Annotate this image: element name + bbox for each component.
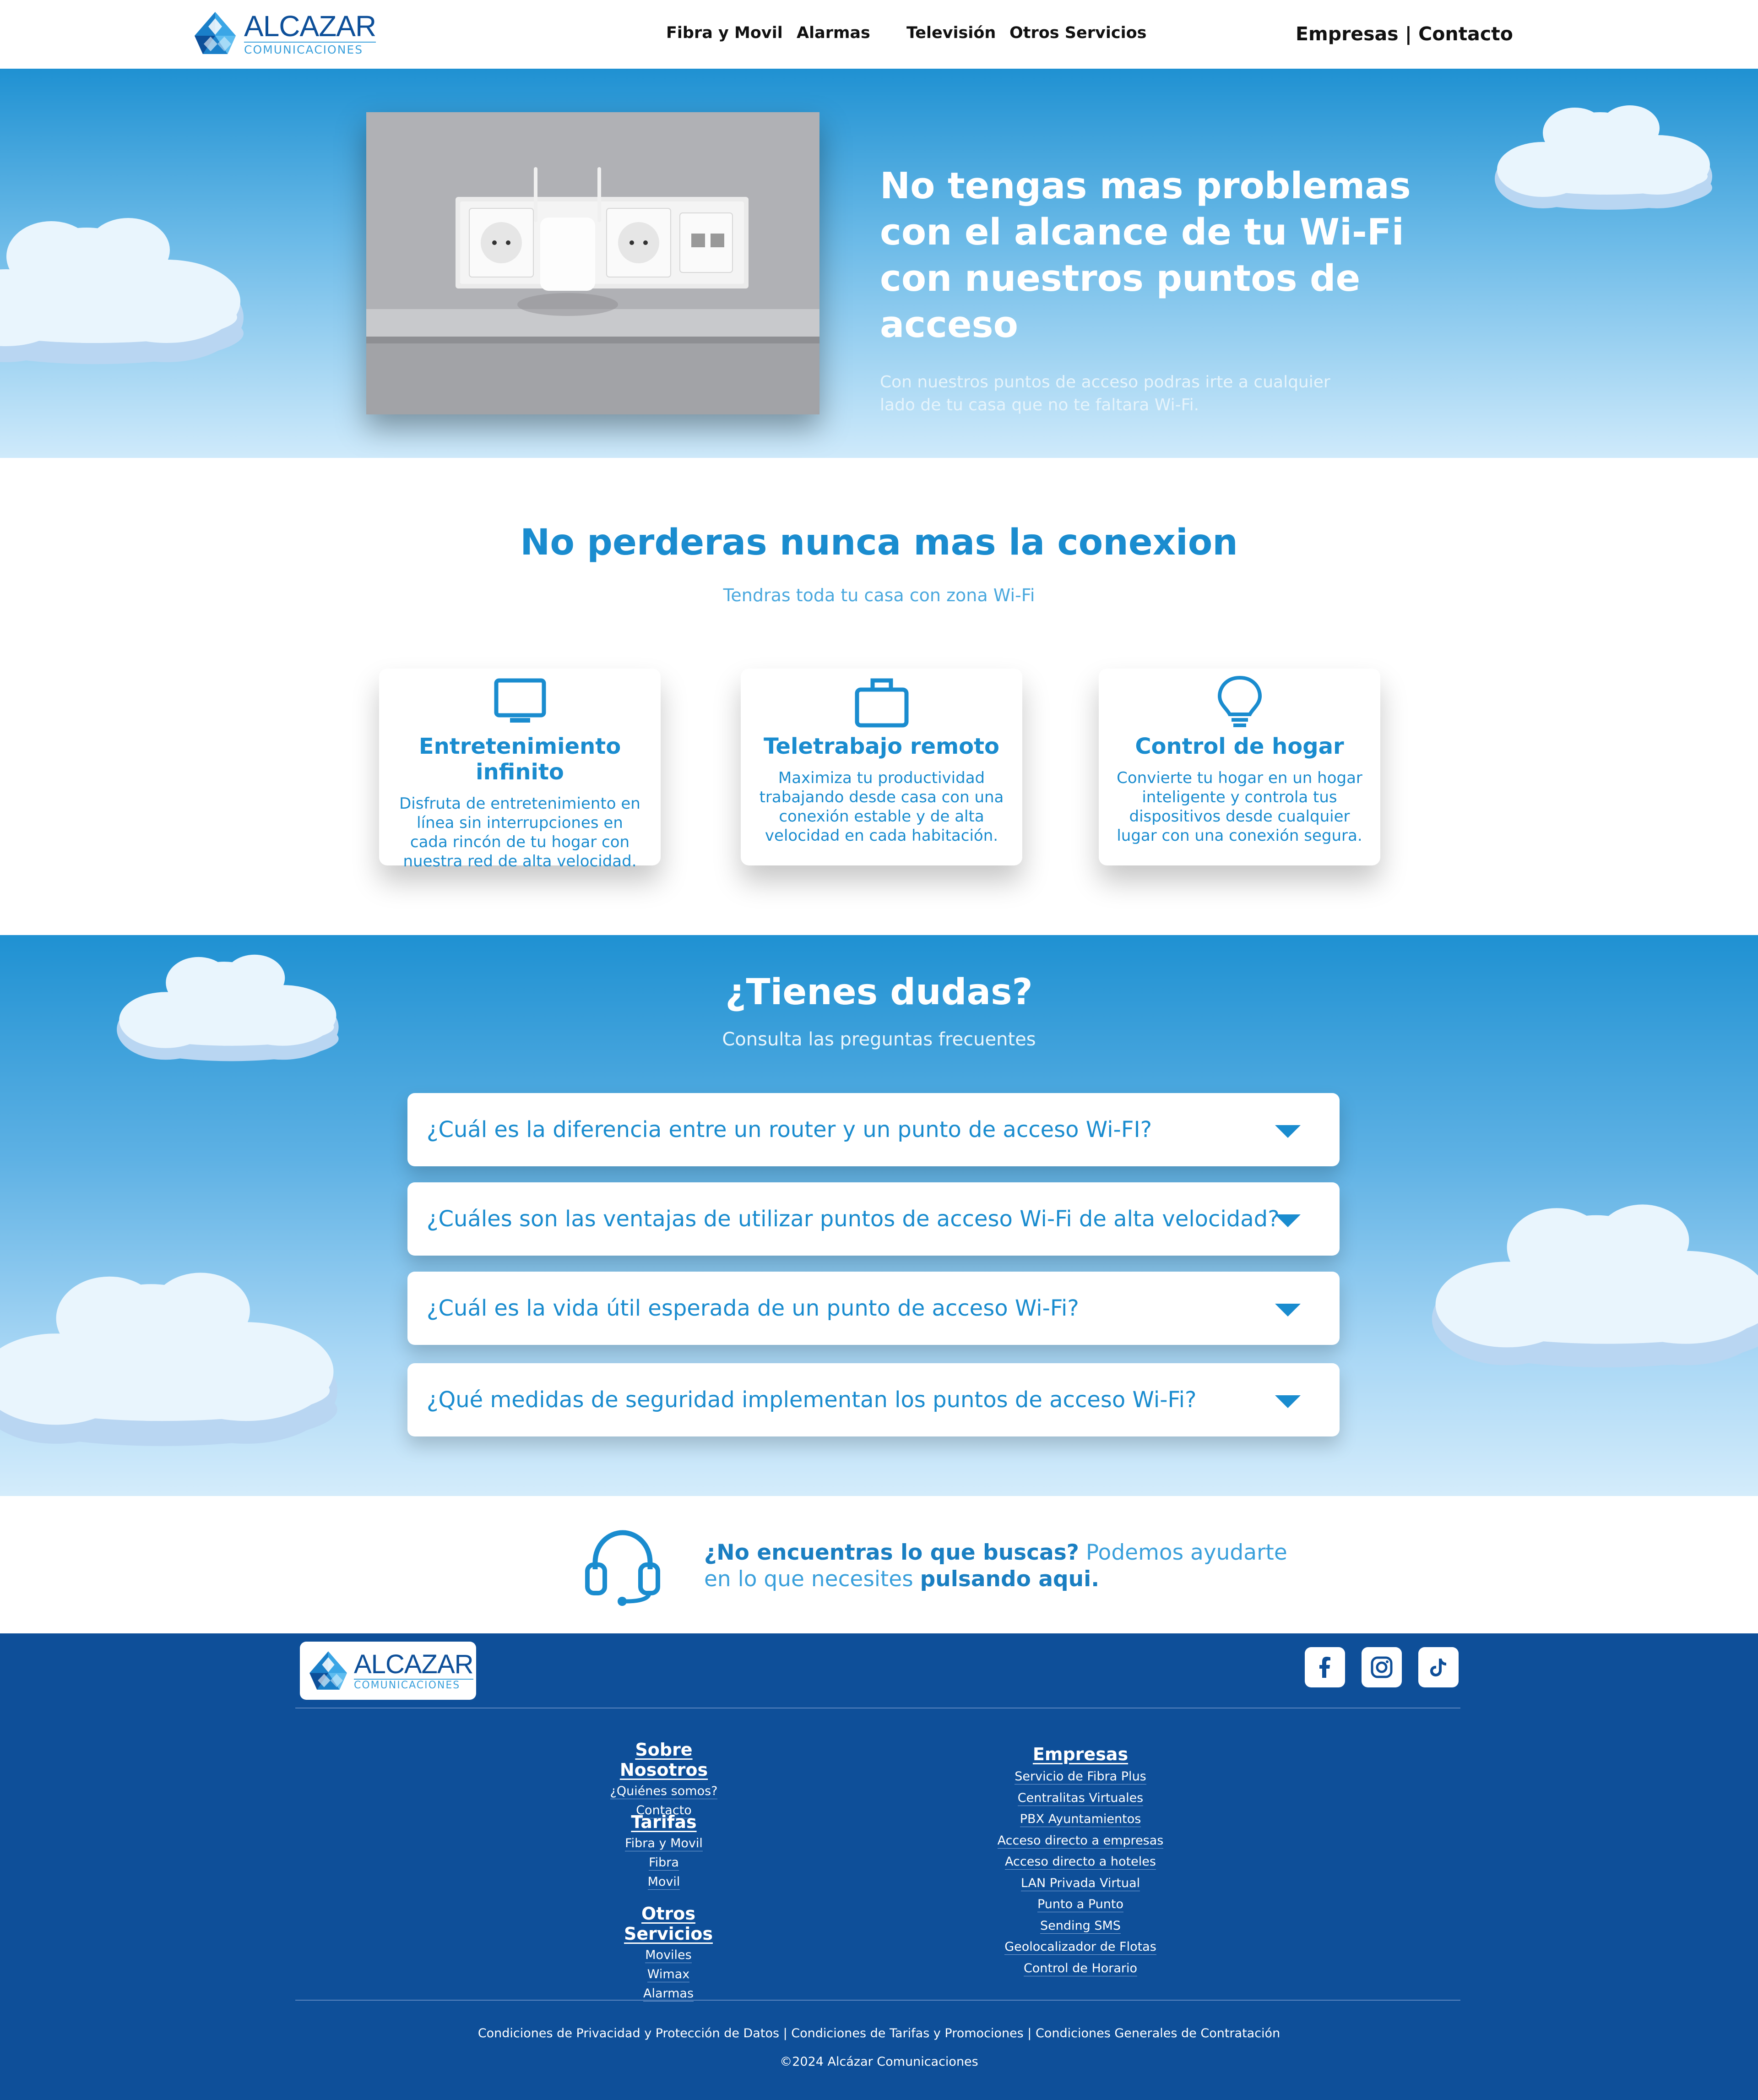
feature-card-title: Control de hogar	[1135, 734, 1344, 759]
site-header: ALCAZAR COMUNICACIONES Fibra y Movil Ala…	[0, 0, 1758, 69]
footer-heading[interactable]: Sobre Nosotros	[595, 1740, 732, 1780]
logo-mark-icon	[190, 8, 240, 59]
site-footer: ALCAZAR COMUNICACIONES Sobre Nosotros ¿Q…	[0, 1633, 1758, 2100]
tiktok-link[interactable]	[1418, 1647, 1459, 1687]
chevron-down-icon[interactable]	[1275, 1395, 1301, 1408]
footer-link[interactable]: Punto a Punto	[980, 1894, 1181, 1915]
briefcase-icon	[855, 678, 908, 728]
cloud-decoration	[1490, 101, 1724, 211]
faq-question: ¿Cuáles son las ventajas de utilizar pun…	[427, 1206, 1280, 1232]
feature-card: Control de hogar Convierte tu hogar en u…	[1099, 669, 1380, 865]
footer-col-empresas: Empresas Servicio de Fibra Plus Centrali…	[980, 1744, 1181, 1979]
feature-card-text: Maximiza tu productividad trabajando des…	[759, 769, 1004, 845]
cloud-decoration	[0, 1246, 353, 1466]
hero-title: No tengas mas problemas con el alcance d…	[880, 165, 1411, 346]
headset-icon	[585, 1530, 660, 1606]
footer-col-tarifas: Tarifas Fibra y Movil Fibra Movil	[595, 1812, 732, 1892]
footer-link[interactable]: Wimax	[595, 1965, 742, 1984]
footer-link[interactable]: Servicio de Fibra Plus	[980, 1766, 1181, 1788]
faq-question: ¿Qué medidas de seguridad implementan lo…	[427, 1387, 1197, 1413]
footer-logo-brand: ALCAZAR	[354, 1649, 474, 1679]
facebook-icon	[1319, 1657, 1330, 1678]
features-subtitle: Tendras toda tu casa con zona Wi-Fi	[723, 585, 1035, 605]
site-logo[interactable]: ALCAZAR COMUNICACIONES	[190, 8, 378, 59]
cloud-decoration	[1428, 1155, 1758, 1411]
footer-heading[interactable]: Otros Servicios	[595, 1904, 742, 1944]
feature-card-title: Entretenimiento infinito	[418, 734, 621, 785]
feature-card-text: Convierte tu hogar en un hogar inteligen…	[1117, 769, 1362, 845]
chevron-down-icon[interactable]	[1275, 1125, 1301, 1138]
footer-link[interactable]: Control de Horario	[980, 1958, 1181, 1980]
hero-subtitle: Con nuestros puntos de acceso podras irt…	[880, 373, 1330, 414]
help-text[interactable]: ¿No encuentras lo que buscas? Podemos ay…	[704, 1540, 1299, 1593]
faq-item[interactable]: ¿Cuál es la diferencia entre un router y…	[407, 1093, 1340, 1166]
footer-copyright: ©2024 Alcázar Comunicaciones	[780, 2055, 978, 2069]
help-link[interactable]: pulsando aqui.	[920, 1567, 1099, 1592]
faq-subtitle: Consulta las preguntas frecuentes	[722, 1029, 1036, 1050]
chevron-down-icon[interactable]	[1275, 1214, 1301, 1227]
features-title: No perderas nunca mas la conexion	[520, 522, 1238, 563]
footer-link[interactable]: ¿Quiénes somos?	[595, 1782, 732, 1801]
footer-legal-links[interactable]: Condiciones de Privacidad y Protección d…	[0, 2026, 1758, 2040]
tiktok-icon	[1430, 1659, 1446, 1676]
faq-item[interactable]: ¿Cuál es la vida útil esperada de un pun…	[407, 1272, 1340, 1345]
footer-logo-sub: COMUNICACIONES	[354, 1678, 473, 1691]
nav-item-television[interactable]: Televisión	[906, 24, 996, 42]
footer-col-sobre-nosotros: Sobre Nosotros ¿Quiénes somos? Contacto	[595, 1740, 732, 1820]
footer-link[interactable]: PBX Ayuntamientos	[980, 1809, 1181, 1830]
faq-section: ¿Tienes dudas? Consulta las preguntas fr…	[0, 935, 1758, 1496]
logo-mark-icon	[305, 1648, 351, 1694]
faq-title: ¿Tienes dudas?	[725, 972, 1033, 1013]
facebook-link[interactable]	[1305, 1647, 1345, 1687]
cloud-decoration	[0, 192, 256, 385]
header-right-links: Empresas | Contacto	[1296, 23, 1513, 45]
footer-divider	[295, 2000, 1460, 2001]
faq-item[interactable]: ¿Qué medidas de seguridad implementan lo…	[407, 1363, 1340, 1436]
hero-section: No tengas mas problemas con el alcance d…	[0, 69, 1758, 458]
faq-question: ¿Cuál es la diferencia entre un router y…	[427, 1117, 1152, 1142]
help-text-question: ¿No encuentras lo que buscas?	[704, 1540, 1079, 1565]
footer-link[interactable]: LAN Privada Virtual	[980, 1873, 1181, 1894]
footer-link[interactable]: Fibra	[595, 1853, 732, 1872]
footer-link[interactable]: Moviles	[595, 1946, 742, 1965]
feature-card-title: Teletrabajo remoto	[764, 734, 999, 759]
logo-brand-text: ALCAZAR	[244, 10, 376, 43]
footer-link[interactable]: Centralitas Virtuales	[980, 1788, 1181, 1809]
instagram-icon	[1371, 1656, 1393, 1678]
nav-item-alarmas[interactable]: Alarmas	[797, 24, 870, 42]
footer-link[interactable]: Acceso directo a empresas	[980, 1830, 1181, 1852]
instagram-link[interactable]	[1362, 1647, 1402, 1687]
footer-logo[interactable]: ALCAZAR COMUNICACIONES	[300, 1642, 476, 1700]
wifi-extender-illustration	[366, 112, 819, 414]
footer-heading[interactable]: Tarifas	[595, 1812, 732, 1832]
nav-item-fibra-movil[interactable]: Fibra y Movil	[666, 24, 783, 42]
lightbulb-icon	[1217, 675, 1262, 727]
nav-link-empresas[interactable]: Empresas	[1296, 23, 1399, 45]
feature-card: Entretenimiento infinito Disfruta de ent…	[379, 669, 661, 870]
footer-link[interactable]: Geolocalizador de Flotas	[980, 1937, 1181, 1958]
nav-separator: |	[1405, 23, 1412, 45]
footer-heading[interactable]: Empresas	[980, 1744, 1181, 1764]
nav-link-contacto[interactable]: Contacto	[1418, 23, 1513, 45]
footer-link[interactable]: Fibra y Movil	[595, 1834, 732, 1853]
feature-card: Teletrabajo remoto Maximiza tu productiv…	[741, 669, 1022, 865]
feature-card-text: Disfruta de entretenimiento en línea sin…	[399, 794, 640, 870]
footer-col-otros-servicios: Otros Servicios Moviles Wimax Alarmas	[595, 1904, 742, 2003]
faq-question: ¿Cuál es la vida útil esperada de un pun…	[427, 1295, 1079, 1321]
faq-item[interactable]: ¿Cuáles son las ventajas de utilizar pun…	[407, 1182, 1340, 1256]
chevron-down-icon[interactable]	[1275, 1304, 1301, 1317]
monitor-icon	[494, 678, 546, 723]
logo-sub-text: COMUNICACIONES	[244, 42, 376, 55]
footer-link[interactable]: Acceso directo a hoteles	[980, 1851, 1181, 1873]
footer-link[interactable]: Sending SMS	[980, 1915, 1181, 1937]
access-point-photo	[366, 112, 819, 414]
help-banner: ¿No encuentras lo que buscas? Podemos ay…	[0, 1496, 1758, 1633]
nav-item-otros-servicios[interactable]: Otros Servicios	[1009, 24, 1146, 42]
footer-link[interactable]: Movil	[595, 1872, 732, 1892]
